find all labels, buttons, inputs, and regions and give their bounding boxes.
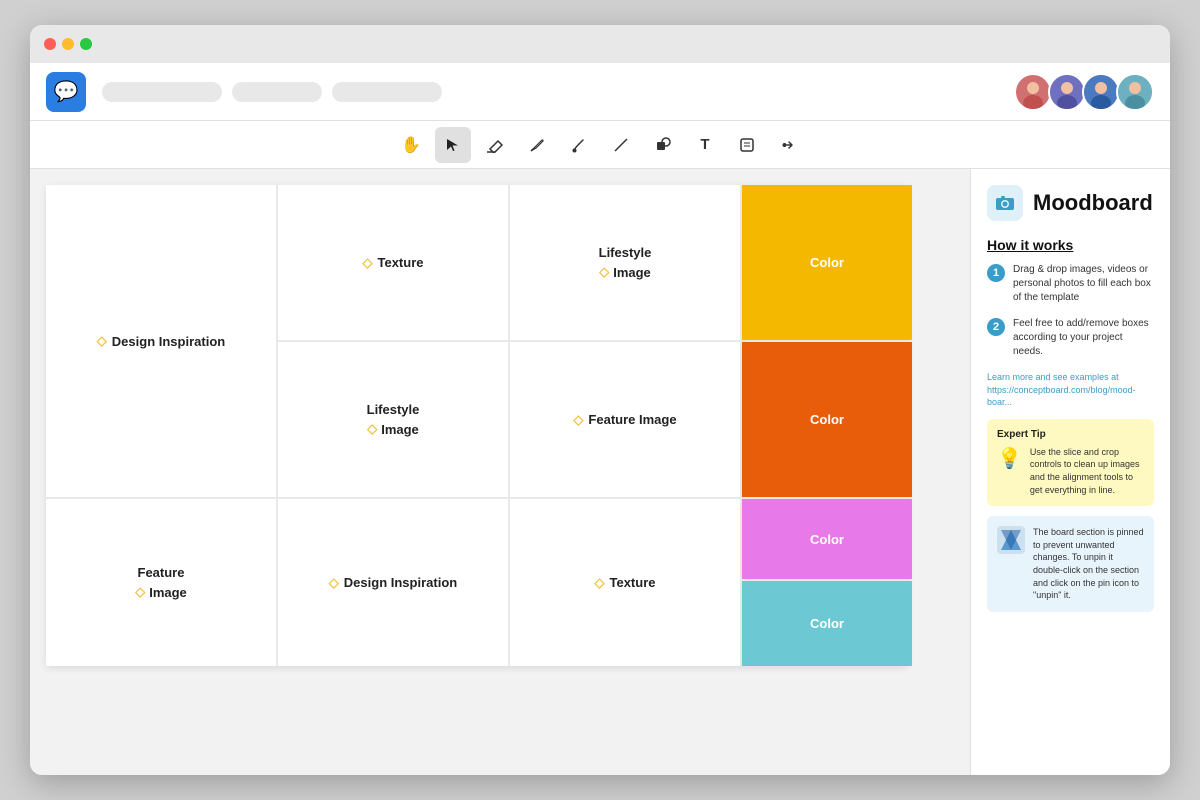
line-tool-button[interactable] (603, 127, 639, 163)
traffic-lights (44, 38, 92, 50)
avatar-1[interactable] (1014, 73, 1052, 111)
diamond-icon-cell-5: ◇ (573, 412, 583, 428)
diamond-icon-cell-2: ◇ (599, 264, 609, 280)
maximize-button[interactable] (80, 38, 92, 50)
grid-cell-8[interactable]: ◇ Design Inspiration (278, 499, 508, 666)
logo-icon: 💬 (54, 79, 79, 104)
moodboard-grid: ◇ Design Inspiration ◇ Texture Lifestyle◇Ima… (46, 185, 908, 666)
cell-text-6: Color (810, 412, 844, 427)
learn-more-link[interactable]: Learn more and see examples at https://c… (987, 371, 1154, 409)
cell-text-8: Design Inspiration (344, 575, 457, 590)
bulb-icon: 💡 (997, 446, 1022, 471)
step-1: 1 Drag & drop images, videos or personal… (987, 263, 1154, 305)
cell-text-10: Color (810, 532, 844, 547)
panel-header: Moodboard (987, 185, 1154, 221)
grid-cell-7[interactable]: Feature◇Image (46, 499, 276, 666)
app-bar: 💬 (30, 63, 1170, 121)
title-bar (30, 25, 1170, 63)
pin-info-text: The board section is pinned to prevent u… (1033, 526, 1144, 602)
grid-cell-6[interactable]: Color (742, 342, 912, 497)
minimize-button[interactable] (62, 38, 74, 50)
avatar-2[interactable] (1048, 73, 1086, 111)
cell-text-11: Color (810, 616, 844, 631)
diamond-icon-cell-1: ◇ (363, 255, 373, 271)
nav-pill-1[interactable] (102, 82, 222, 102)
grid-cell-3[interactable]: Color (742, 185, 912, 340)
avatars-group (1018, 73, 1154, 111)
brush-tool-button[interactable] (561, 127, 597, 163)
grid-cell-1[interactable]: ◇ Texture (278, 185, 508, 340)
grid-cell-9[interactable]: ◇ Texture (510, 499, 740, 666)
nav-pill-2[interactable] (232, 82, 322, 102)
nav-pill-3[interactable] (332, 82, 442, 102)
diamond-icon-cell-4: ◇ (367, 421, 377, 437)
cell-text-9: Texture (610, 575, 656, 590)
cell-text-5: Feature Image (588, 412, 676, 427)
select-tool-button[interactable] (435, 127, 471, 163)
expert-tip-box: Expert Tip 💡 Use the slice and crop cont… (987, 419, 1154, 506)
step-number-2: 2 (987, 318, 1005, 336)
diamond-icon-cell-9: ◇ (595, 575, 605, 591)
toolbar: ✋ (30, 121, 1170, 169)
avatar-3[interactable] (1082, 73, 1120, 111)
text-tool-button[interactable]: T (687, 127, 723, 163)
sticky-tool-button[interactable] (729, 127, 765, 163)
pin-info-box: The board section is pinned to prevent u… (987, 516, 1154, 612)
step-number-1: 1 (987, 264, 1005, 282)
pin-icon (997, 526, 1025, 554)
pen-tool-button[interactable] (519, 127, 555, 163)
grid-cell-2[interactable]: Lifestyle◇Image (510, 185, 740, 340)
grid-cell-10[interactable]: Color (742, 499, 912, 579)
grid-cell-4[interactable]: Lifestyle◇Image (278, 342, 508, 497)
arrow-tool-button[interactable] (771, 127, 807, 163)
step-2: 2 Feel free to add/remove boxes accordin… (987, 317, 1154, 359)
how-it-works-title: How it works (987, 237, 1154, 253)
diamond-icon-cell-7: ◇ (135, 584, 145, 600)
nav-pills (102, 82, 1018, 102)
app-logo[interactable]: 💬 (46, 72, 86, 112)
grid-cell-11[interactable]: Color (742, 581, 912, 666)
cell-text-3: Color (810, 255, 844, 270)
cell-text-0: Design Inspiration (112, 334, 225, 349)
step-text-1: Drag & drop images, videos or personal p… (1013, 263, 1154, 305)
step-text-2: Feel free to add/remove boxes according … (1013, 317, 1154, 359)
cell-text-1: Texture (378, 255, 424, 270)
canvas-area[interactable]: ◇ Design Inspiration ◇ Texture Lifestyle◇Ima… (30, 169, 970, 775)
app-window: 💬 (30, 25, 1170, 775)
tip-content: 💡 Use the slice and crop controls to cle… (997, 446, 1144, 496)
hand-tool-button[interactable]: ✋ (393, 127, 429, 163)
expert-tip-text: Use the slice and crop controls to clean… (1030, 446, 1144, 496)
eraser-tool-button[interactable] (477, 127, 513, 163)
camera-icon-wrap (987, 185, 1023, 221)
grid-cell-0[interactable]: ◇ Design Inspiration (46, 185, 276, 497)
close-button[interactable] (44, 38, 56, 50)
diamond-icon-cell-8: ◇ (329, 575, 339, 591)
right-panel: Moodboard How it works 1 Drag & drop ima… (970, 169, 1170, 775)
shape-tool-button[interactable] (645, 127, 681, 163)
grid-cell-5[interactable]: ◇ Feature Image (510, 342, 740, 497)
avatar-4[interactable] (1116, 73, 1154, 111)
diamond-icon-cell-0: ◇ (97, 333, 107, 349)
panel-title: Moodboard (1033, 190, 1153, 216)
main-area: ◇ Design Inspiration ◇ Texture Lifestyle◇Ima… (30, 169, 1170, 775)
expert-tip-header: Expert Tip (997, 429, 1144, 440)
